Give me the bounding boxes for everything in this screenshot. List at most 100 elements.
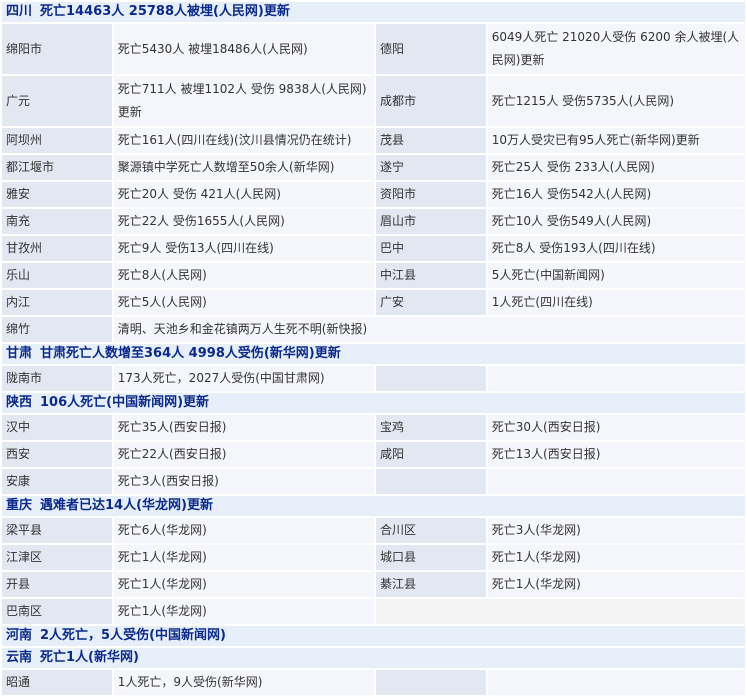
- region-report[interactable]: 死亡13人(西安日报): [487, 442, 745, 467]
- section-header-row: 陕西 106人死亡(中国新闻网)更新: [2, 393, 745, 413]
- empty-cell: [376, 366, 486, 391]
- empty-cell: [376, 599, 745, 624]
- province-name: 四川: [6, 4, 33, 19]
- section-header: 云南 死亡1人(新华网): [2, 648, 745, 668]
- casualty-table-body: 四川 死亡14463人 25788人被埋(人民网)更新 绵阳市 死亡5430人 被埋1…: [2, 2, 745, 695]
- table-row: 内江 死亡5人(人民网) 广安 1人死亡(四川在线): [2, 290, 745, 315]
- region-label: 巴南区: [2, 599, 112, 624]
- province-name: 云南: [6, 650, 33, 665]
- region-report[interactable]: 死亡5430人 被埋18486人(人民网): [113, 24, 374, 74]
- region-report[interactable]: 死亡1人(华龙网): [487, 545, 745, 570]
- region-report[interactable]: 清明、天池乡和金花镇两万人生死不明(新快报): [113, 317, 745, 342]
- region-report[interactable]: 死亡30人(西安日报): [487, 415, 745, 440]
- section-headline-link[interactable]: 死亡14463人 25788人被埋(人民网)更新: [40, 4, 290, 19]
- province-name: 甘肃: [6, 346, 33, 361]
- region-label: 綦江县: [376, 572, 486, 597]
- region-report[interactable]: 死亡8人(人民网): [113, 263, 374, 288]
- region-report[interactable]: 死亡3人(西安日报): [113, 469, 374, 494]
- region-label: 南充: [2, 209, 112, 234]
- table-row: 绵阳市 死亡5430人 被埋18486人(人民网) 德阳 6049人死亡 21020人…: [2, 24, 745, 74]
- table-row: 雅安 死亡20人 受伤 421人(人民网) 资阳市 死亡16人 受伤542人(人民网): [2, 182, 745, 207]
- region-label: 安康: [2, 469, 112, 494]
- region-report[interactable]: 死亡161人(四川在线)(汶川县情况仍在统计): [113, 128, 374, 153]
- section-header-row: 甘肃 甘肃死亡人数增至364人 4998人受伤(新华网)更新: [2, 344, 745, 364]
- table-row: 阿坝州 死亡161人(四川在线)(汶川县情况仍在统计) 茂县 10万人受灾已有95人死…: [2, 128, 745, 153]
- region-report[interactable]: 死亡20人 受伤 421人(人民网): [113, 182, 374, 207]
- region-label: 乐山: [2, 263, 112, 288]
- region-report[interactable]: 6049人死亡 21020人受伤 6200 余人被埋(人民网)更新: [487, 24, 745, 74]
- region-label: 城口县: [376, 545, 486, 570]
- region-report[interactable]: 死亡8人 受伤193人(四川在线): [487, 236, 745, 261]
- section-header-row: 四川 死亡14463人 25788人被埋(人民网)更新: [2, 2, 745, 22]
- region-label: 宝鸡: [376, 415, 486, 440]
- table-row: 广元 死亡711人 被埋1102人 受伤 9838人(人民网)更新 成都市 死亡121…: [2, 76, 745, 126]
- region-label: 广安: [376, 290, 486, 315]
- region-label: 甘孜州: [2, 236, 112, 261]
- region-report[interactable]: 1人死亡(四川在线): [487, 290, 745, 315]
- region-report[interactable]: 死亡22人(西安日报): [113, 442, 374, 467]
- province-name: 陕西: [6, 395, 33, 410]
- region-label: 遂宁: [376, 155, 486, 180]
- region-report[interactable]: 死亡25人 受伤 233人(人民网): [487, 155, 745, 180]
- region-report[interactable]: 死亡3人(华龙网): [487, 518, 745, 543]
- region-report[interactable]: 死亡22人 受伤1655人(人民网): [113, 209, 374, 234]
- region-report[interactable]: 死亡10人 受伤549人(人民网): [487, 209, 745, 234]
- table-row: 安康 死亡3人(西安日报): [2, 469, 745, 494]
- province-name: 重庆: [6, 498, 33, 513]
- table-row: 乐山 死亡8人(人民网) 中江县 5人死亡(中国新闻网): [2, 263, 745, 288]
- region-report[interactable]: 死亡1人(华龙网): [113, 599, 374, 624]
- table-row: 汉中 死亡35人(西安日报) 宝鸡 死亡30人(西安日报): [2, 415, 745, 440]
- region-report[interactable]: 1人死亡，9人受伤(新华网): [113, 670, 374, 695]
- region-label: 都江堰市: [2, 155, 112, 180]
- region-label: 绵竹: [2, 317, 112, 342]
- region-report[interactable]: 10万人受灾已有95人死亡(新华网)更新: [487, 128, 745, 153]
- table-row: 绵竹 清明、天池乡和金花镇两万人生死不明(新快报): [2, 317, 745, 342]
- region-report[interactable]: 死亡6人(华龙网): [113, 518, 374, 543]
- region-report[interactable]: 死亡16人 受伤542人(人民网): [487, 182, 745, 207]
- region-report[interactable]: 死亡711人 被埋1102人 受伤 9838人(人民网)更新: [113, 76, 374, 126]
- region-report[interactable]: 死亡9人 受伤13人(四川在线): [113, 236, 374, 261]
- table-row: 西安 死亡22人(西安日报) 咸阳 死亡13人(西安日报): [2, 442, 745, 467]
- section-header: 四川 死亡14463人 25788人被埋(人民网)更新: [2, 2, 745, 22]
- region-label: 雅安: [2, 182, 112, 207]
- table-row: 昭通 1人死亡，9人受伤(新华网): [2, 670, 745, 695]
- section-headline-link[interactable]: 甘肃死亡人数增至364人 4998人受伤(新华网)更新: [40, 346, 341, 361]
- region-label: 眉山市: [376, 209, 486, 234]
- region-label: 咸阳: [376, 442, 486, 467]
- region-report[interactable]: 聚源镇中学死亡人数增至50余人(新华网): [113, 155, 374, 180]
- region-report[interactable]: 173人死亡，2027人受伤(中国甘肃网): [113, 366, 374, 391]
- region-label: 绵阳市: [2, 24, 112, 74]
- region-label: 巴中: [376, 236, 486, 261]
- region-report[interactable]: 死亡1人(华龙网): [487, 572, 745, 597]
- table-row: 江津区 死亡1人(华龙网) 城口县 死亡1人(华龙网): [2, 545, 745, 570]
- region-label: 合川区: [376, 518, 486, 543]
- region-label: 资阳市: [376, 182, 486, 207]
- empty-cell: [487, 366, 745, 391]
- section-header: 河南 2人死亡，5人受伤(中国新闻网): [2, 626, 745, 646]
- province-name: 河南: [6, 628, 33, 643]
- region-label: 茂县: [376, 128, 486, 153]
- section-header: 重庆 遇难者已达14人(华龙网)更新: [2, 496, 745, 516]
- region-label: 江津区: [2, 545, 112, 570]
- table-row: 陇南市 173人死亡，2027人受伤(中国甘肃网): [2, 366, 745, 391]
- table-row: 开县 死亡1人(华龙网) 綦江县 死亡1人(华龙网): [2, 572, 745, 597]
- table-row: 都江堰市 聚源镇中学死亡人数增至50余人(新华网) 遂宁 死亡25人 受伤 233人(…: [2, 155, 745, 180]
- section-header-row: 河南 2人死亡，5人受伤(中国新闻网): [2, 626, 745, 646]
- region-report[interactable]: 死亡35人(西安日报): [113, 415, 374, 440]
- region-label: 广元: [2, 76, 112, 126]
- region-report[interactable]: 死亡1人(华龙网): [113, 545, 374, 570]
- section-header: 陕西 106人死亡(中国新闻网)更新: [2, 393, 745, 413]
- region-report[interactable]: 5人死亡(中国新闻网): [487, 263, 745, 288]
- section-headline-link[interactable]: 106人死亡(中国新闻网)更新: [40, 395, 209, 410]
- table-row: 巴南区 死亡1人(华龙网): [2, 599, 745, 624]
- region-report[interactable]: 死亡1人(华龙网): [113, 572, 374, 597]
- region-report[interactable]: 死亡5人(人民网): [113, 290, 374, 315]
- table-row: 甘孜州 死亡9人 受伤13人(四川在线) 巴中 死亡8人 受伤193人(四川在线): [2, 236, 745, 261]
- section-headline-link[interactable]: 2人死亡，5人受伤(中国新闻网): [40, 628, 226, 643]
- section-header: 甘肃 甘肃死亡人数增至364人 4998人受伤(新华网)更新: [2, 344, 745, 364]
- region-label: 开县: [2, 572, 112, 597]
- region-label: 陇南市: [2, 366, 112, 391]
- section-headline-link[interactable]: 死亡1人(新华网): [40, 650, 139, 665]
- region-report[interactable]: 死亡1215人 受伤5735人(人民网): [487, 76, 745, 126]
- section-headline-link[interactable]: 遇难者已达14人(华龙网)更新: [40, 498, 213, 513]
